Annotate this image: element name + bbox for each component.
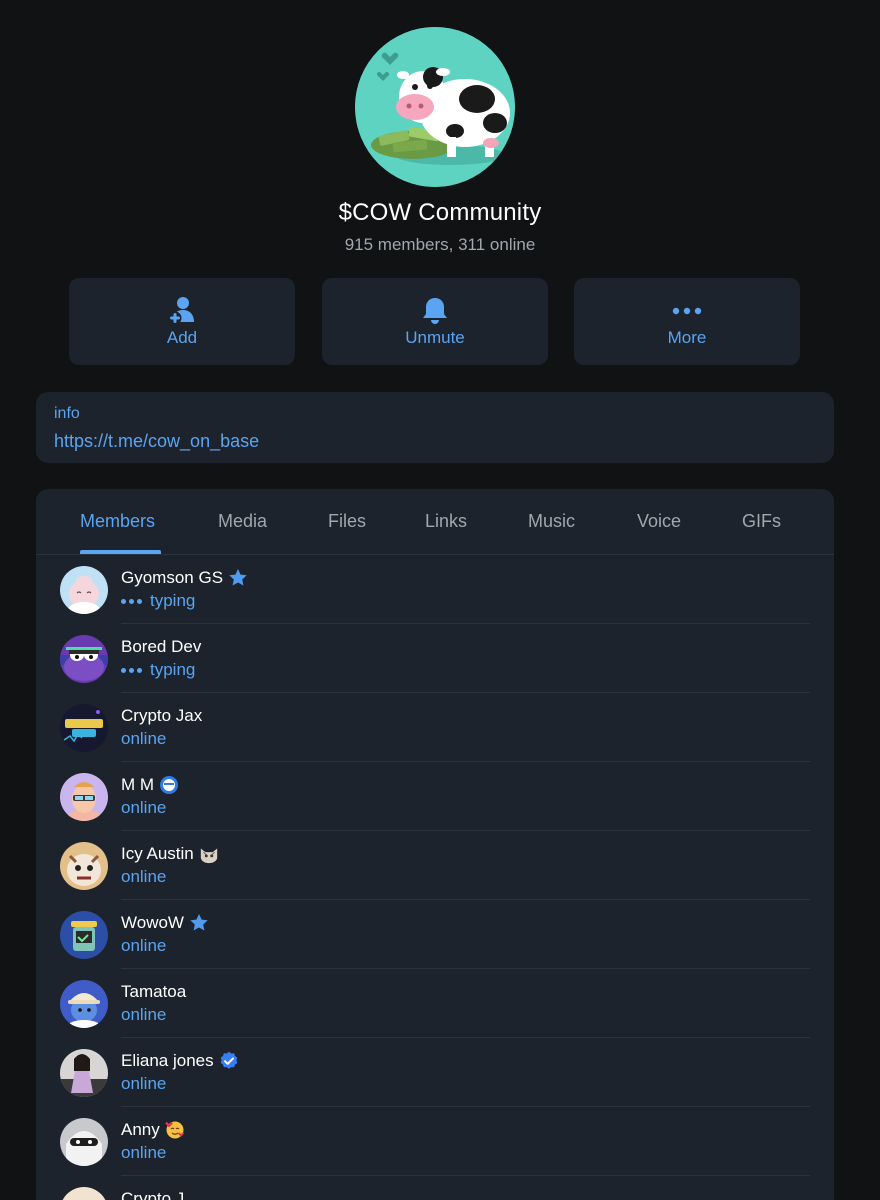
member-row[interactable]: Icy Austin online [36, 831, 834, 900]
member-status-text: online [121, 1143, 167, 1162]
member-status: online [121, 1143, 166, 1163]
member-name: Eliana jones [121, 1051, 239, 1071]
member-status-text: online [121, 936, 167, 955]
member-name-text: Tamatoa [121, 982, 187, 1001]
member-name-text: Gyomson GS [121, 568, 224, 587]
member-name-text: M M [121, 775, 155, 794]
member-name-text: Bored Dev [121, 637, 202, 656]
more-button[interactable]: More [574, 278, 800, 365]
group-member-count: 915 members, 311 online [344, 235, 536, 254]
typing-dots-icon [121, 598, 142, 604]
active-tab-indicator [80, 550, 161, 554]
member-status-text: online [121, 798, 167, 817]
member-status-text: typing [150, 660, 196, 679]
member-name: Tamatoa [121, 982, 186, 1002]
member-status: online [121, 867, 166, 887]
member-row[interactable]: Anny online [36, 1107, 834, 1176]
member-status: typing [121, 660, 195, 680]
more-button-label: More [667, 328, 707, 347]
avatar [60, 980, 108, 1028]
member-name-text: Anny [121, 1120, 160, 1139]
tab-members[interactable]: Members [80, 511, 155, 532]
member-status: online [121, 729, 166, 749]
typing-dots-icon [121, 667, 142, 673]
member-name-text: Crypto Jax [121, 706, 203, 725]
member-status: online [121, 798, 166, 818]
group-profile-page: $COW Community 915 members, 311 online A… [0, 0, 880, 1200]
avatar [60, 1187, 108, 1200]
avatar [60, 773, 108, 821]
star-icon [228, 568, 248, 588]
info-label: info [54, 405, 80, 422]
member-row[interactable]: M M online [36, 762, 834, 831]
unmute-button-label: Unmute [405, 328, 465, 347]
member-status-text: typing [150, 591, 196, 610]
member-name-text: WowoW [121, 913, 184, 932]
member-name: Crypto J [121, 1189, 184, 1200]
media-tabs: Members Media Files Links Music Voice GI… [36, 489, 834, 555]
avatar [60, 704, 108, 752]
member-status: typing [121, 591, 195, 611]
hearts-face-emoji-icon [165, 1120, 185, 1140]
verified-icon [219, 1051, 239, 1071]
add-button-label: Add [166, 328, 198, 347]
tab-media[interactable]: Media [218, 511, 267, 532]
tab-gifs[interactable]: GIFs [742, 511, 781, 532]
tab-voice[interactable]: Voice [637, 511, 681, 532]
avatar [60, 566, 108, 614]
group-avatar[interactable] [355, 27, 515, 187]
avatar [60, 1049, 108, 1097]
tab-music[interactable]: Music [528, 511, 575, 532]
unmute-button[interactable]: Unmute [322, 278, 548, 365]
emoji-badge-icon [159, 775, 179, 795]
member-row[interactable]: Crypto J [36, 1176, 834, 1200]
tab-links[interactable]: Links [425, 511, 467, 532]
member-name-text: Icy Austin [121, 844, 194, 863]
more-dots-icon [672, 296, 702, 326]
member-row[interactable]: Tamatoa online [36, 969, 834, 1038]
avatar [60, 1118, 108, 1166]
member-status: online [121, 1005, 166, 1025]
member-row[interactable]: WowoW online [36, 900, 834, 969]
member-row[interactable]: Eliana jones online [36, 1038, 834, 1107]
member-row[interactable]: Crypto Jax online [36, 693, 834, 762]
member-name: Anny [121, 1120, 185, 1140]
member-name: Bored Dev [121, 637, 201, 657]
member-name: WowoW [121, 913, 209, 933]
member-name: M M [121, 775, 179, 795]
info-card: info https://t.me/cow_on_base [36, 392, 834, 463]
member-status-text: online [121, 867, 167, 886]
avatar [60, 635, 108, 683]
avatar [60, 911, 108, 959]
member-name: Gyomson GS [121, 568, 248, 588]
add-button[interactable]: Add [69, 278, 295, 365]
star-icon [189, 913, 209, 933]
tab-files[interactable]: Files [328, 511, 366, 532]
bell-icon [422, 296, 448, 326]
member-name-text: Eliana jones [121, 1051, 214, 1070]
member-name: Icy Austin [121, 844, 219, 864]
member-status: online [121, 1074, 166, 1094]
members-panel: Members Media Files Links Music Voice GI… [36, 489, 834, 1200]
add-user-icon [168, 296, 196, 326]
member-row[interactable]: Bored Dev typing [36, 624, 834, 693]
member-row[interactable]: Gyomson GS typing [36, 555, 834, 624]
member-status: online [121, 936, 166, 956]
avatar [60, 842, 108, 890]
group-title: $COW Community [338, 199, 542, 226]
member-status-text: online [121, 1005, 167, 1024]
member-name-text: Crypto J [121, 1189, 185, 1200]
member-status-text: online [121, 729, 167, 748]
info-link[interactable]: https://t.me/cow_on_base [54, 431, 259, 452]
cat-emoji-icon [199, 844, 219, 864]
member-status-text: online [121, 1074, 167, 1093]
member-name: Crypto Jax [121, 706, 202, 726]
